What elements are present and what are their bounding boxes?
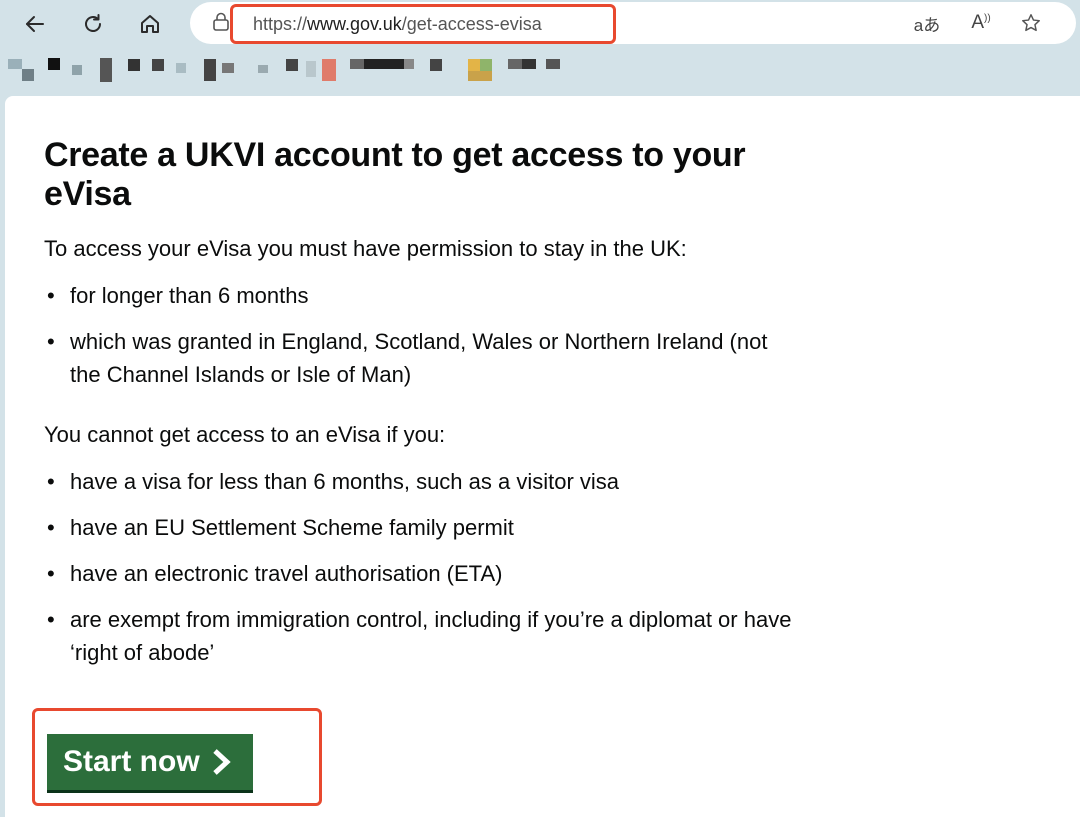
address-bar[interactable]: https://www.gov.uk/get-access-evisa aあ A… (190, 2, 1076, 44)
intro-text: To access your eVisa you must have permi… (44, 236, 687, 261)
translate-icon-glyph: aあ (913, 15, 941, 35)
url-scheme: https:// (253, 13, 308, 34)
start-now-label: Start now (63, 745, 200, 778)
permission-conditions-list: for longer than 6 months which was grant… (44, 279, 804, 391)
cannot-intro-text: You cannot get access to an eVisa if you… (44, 422, 446, 447)
reload-icon[interactable] (75, 6, 111, 42)
lock-icon[interactable] (212, 12, 230, 32)
list-item: have an EU Settlement Scheme family perm… (44, 511, 804, 544)
read-aloud-icon-glyph: A (971, 12, 984, 33)
list-item: are exempt from immigration control, inc… (44, 603, 804, 669)
back-arrow-icon[interactable] (17, 6, 53, 42)
chevron-right-icon (212, 749, 231, 775)
browser-toolbar: https://www.gov.uk/get-access-evisa aあ A… (0, 0, 1080, 50)
main-content: Create a UKVI account to get access to y… (44, 136, 804, 669)
bookmarks-bar-blurred (0, 55, 1080, 87)
url-text[interactable]: https://www.gov.uk/get-access-evisa (230, 4, 616, 44)
url-host: www.gov.uk (307, 13, 402, 34)
list-item: have an electronic travel authorisation … (44, 557, 804, 590)
exclusions-list: have a visa for less than 6 months, such… (44, 465, 804, 669)
list-item: which was granted in England, Scotland, … (44, 325, 804, 391)
url-path: /get-access-evisa (401, 13, 542, 34)
translate-icon[interactable]: aあ (912, 10, 942, 36)
list-item: for longer than 6 months (44, 279, 804, 312)
read-aloud-icon[interactable]: A)) (966, 10, 996, 36)
start-now-button[interactable]: Start now (47, 734, 253, 790)
favorite-star-icon[interactable] (1016, 10, 1046, 36)
page-title: Create a UKVI account to get access to y… (44, 136, 746, 213)
list-item: have a visa for less than 6 months, such… (44, 465, 804, 498)
read-aloud-waves: )) (984, 12, 991, 24)
start-button-highlight: Start now (32, 708, 322, 806)
page-content: Create a UKVI account to get access to y… (5, 96, 1080, 817)
home-icon[interactable] (132, 6, 168, 42)
